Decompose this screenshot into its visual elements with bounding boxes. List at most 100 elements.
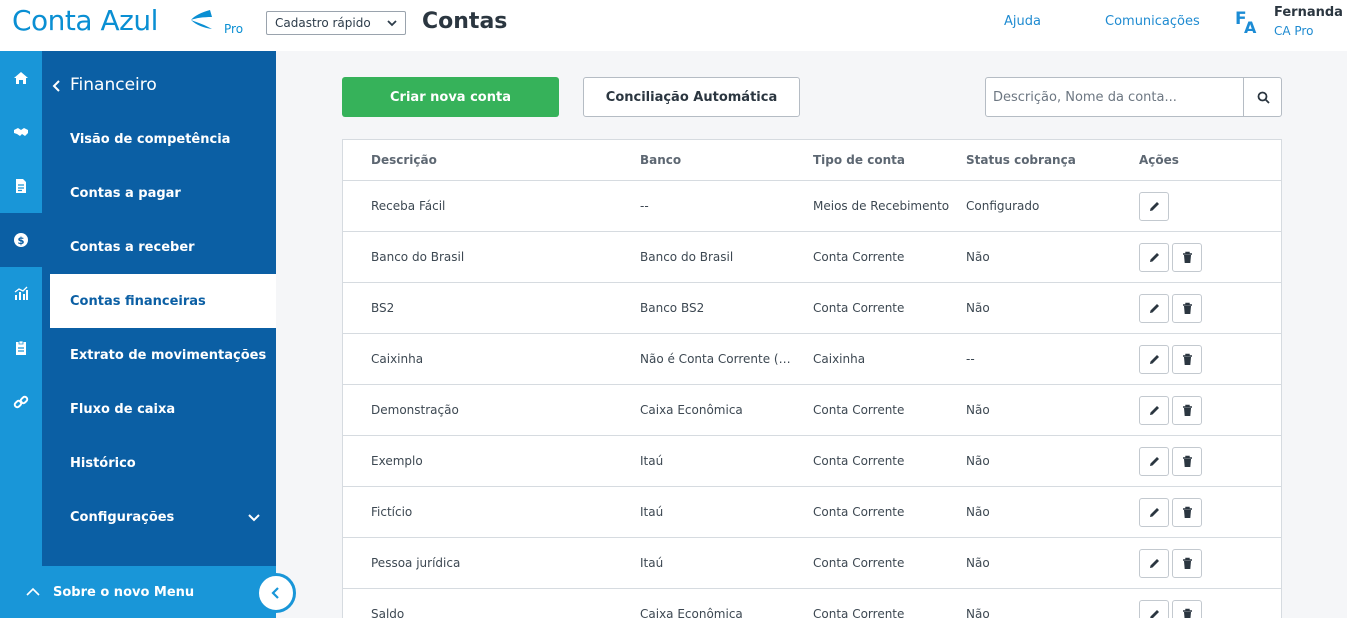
edit-button[interactable] xyxy=(1139,243,1169,272)
table-row[interactable]: Receba Fácil -- Meios de Recebimento Config… xyxy=(343,181,1281,232)
create-account-button[interactable]: Criar nova conta xyxy=(342,77,559,117)
sidebar-item-contas-receber[interactable]: Contas a receber xyxy=(50,220,276,274)
sidebar-footer[interactable]: Sobre o novo Menu xyxy=(0,566,276,618)
cell-bank: Não é Conta Corrente (E... xyxy=(640,352,795,366)
chart-icon xyxy=(14,286,28,300)
sidebar-item-label: Histórico xyxy=(70,455,136,471)
cell-status: Não xyxy=(966,403,990,417)
cell-type: Conta Corrente xyxy=(813,505,905,519)
sidebar-item-label: Visão de competência xyxy=(70,131,231,147)
sidebar-item-historico[interactable]: Histórico xyxy=(50,436,276,490)
sidebar: Financeiro Visão de competência Contas a… xyxy=(42,51,276,566)
sidebar-item-visao-competencia[interactable]: Visão de competência xyxy=(50,112,276,166)
column-header-status[interactable]: Status cobrança xyxy=(966,153,1076,167)
pencil-icon xyxy=(1149,202,1159,211)
avatar-initial-a: A xyxy=(1244,18,1257,37)
table-row[interactable]: Saldo Caixa Econômica Conta Corrente Não xyxy=(343,589,1281,618)
cell-status: Não xyxy=(966,250,990,264)
page-title: Contas xyxy=(422,9,508,34)
auto-reconcile-button[interactable]: Conciliação Automática xyxy=(583,77,800,117)
cell-bank: Itaú xyxy=(640,454,664,468)
home-icon xyxy=(14,72,28,84)
table-row[interactable]: Fictício Itaú Conta Corrente Não xyxy=(343,487,1281,538)
table-row[interactable]: BS2 Banco BS2 Conta Corrente Não xyxy=(343,283,1281,334)
edit-button[interactable] xyxy=(1139,447,1169,476)
search-input[interactable] xyxy=(986,78,1243,116)
delete-button[interactable] xyxy=(1172,447,1202,476)
edit-button[interactable] xyxy=(1139,396,1169,425)
user-avatar[interactable]: F A xyxy=(1235,9,1257,37)
delete-button[interactable] xyxy=(1172,396,1202,425)
column-header-bank[interactable]: Banco xyxy=(640,153,681,167)
cell-type: Caixinha xyxy=(813,352,866,366)
rail-links[interactable] xyxy=(0,375,42,429)
delete-button[interactable] xyxy=(1172,549,1202,578)
column-header-description[interactable]: Descrição xyxy=(371,153,437,167)
cell-status: Não xyxy=(966,505,990,519)
edit-button[interactable] xyxy=(1139,192,1169,221)
pencil-icon xyxy=(1149,406,1159,415)
table-header: Descrição Banco Tipo de conta Status cob… xyxy=(343,140,1281,181)
rail-finance[interactable]: $ xyxy=(0,213,42,267)
sidebar-item-label: Configurações xyxy=(70,509,175,525)
sidebar-item-label: Fluxo de caixa xyxy=(70,401,176,417)
pencil-icon xyxy=(1149,559,1159,568)
rail-clipboard[interactable] xyxy=(0,321,42,375)
collapse-sidebar-button[interactable] xyxy=(256,573,296,613)
cell-bank: Banco do Brasil xyxy=(640,250,734,264)
logo-text[interactable]: Conta Azul xyxy=(12,4,158,37)
edit-button[interactable] xyxy=(1139,498,1169,527)
user-name[interactable]: Fernanda xyxy=(1274,5,1343,20)
link-icon xyxy=(13,395,29,409)
chevron-left-icon[interactable] xyxy=(52,79,62,93)
table-row[interactable]: Caixinha Não é Conta Corrente (E... Caixin… xyxy=(343,334,1281,385)
rail-reports[interactable] xyxy=(0,267,42,321)
logo-mark-icon xyxy=(191,10,212,29)
search-button[interactable] xyxy=(1243,78,1282,116)
delete-button[interactable] xyxy=(1172,243,1202,272)
sidebar-item-extrato[interactable]: Extrato de movimentações xyxy=(50,328,276,382)
communications-link[interactable]: Comunicações xyxy=(1105,14,1200,29)
user-plan[interactable]: CA Pro xyxy=(1274,24,1313,38)
trash-icon xyxy=(1182,557,1192,569)
edit-button[interactable] xyxy=(1139,600,1169,618)
delete-button[interactable] xyxy=(1172,294,1202,323)
accounts-table: Descrição Banco Tipo de conta Status cob… xyxy=(342,139,1282,618)
sidebar-item-label: Extrato de movimentações xyxy=(70,347,267,363)
new-menu-link: Sobre o novo Menu xyxy=(53,585,195,600)
search-icon xyxy=(1257,91,1270,104)
icon-rail: $ xyxy=(0,51,42,618)
rail-document[interactable] xyxy=(0,159,42,213)
cell-description: Receba Fácil xyxy=(371,199,446,213)
trash-icon xyxy=(1182,251,1192,263)
cell-type: Conta Corrente xyxy=(813,607,905,618)
cell-status: Não xyxy=(966,556,990,570)
sidebar-item-fluxo-caixa[interactable]: Fluxo de caixa xyxy=(50,382,276,436)
delete-button[interactable] xyxy=(1172,600,1202,618)
sidebar-item-contas-pagar[interactable]: Contas a pagar xyxy=(50,166,276,220)
chevron-down-icon xyxy=(248,514,260,522)
table-row[interactable]: Exemplo Itaú Conta Corrente Não xyxy=(343,436,1281,487)
table-row[interactable]: Demonstração Caixa Econômica Conta Corrent… xyxy=(343,385,1281,436)
pencil-icon xyxy=(1149,610,1159,618)
sidebar-item-configuracoes[interactable]: Configurações xyxy=(50,490,276,544)
top-bar: Conta Azul Pro Cadastro rápido Contas Aj… xyxy=(0,0,1347,51)
quick-register-dropdown[interactable]: Cadastro rápido xyxy=(266,11,406,35)
rail-handshake[interactable] xyxy=(0,105,42,159)
sidebar-item-contas-financeiras[interactable]: Contas financeiras xyxy=(50,274,276,328)
edit-button[interactable] xyxy=(1139,345,1169,374)
trash-icon xyxy=(1182,506,1192,518)
search-box xyxy=(985,77,1282,117)
chevron-up-icon xyxy=(26,587,40,596)
table-row[interactable]: Pessoa jurídica Itaú Conta Corrente Não xyxy=(343,538,1281,589)
column-header-type[interactable]: Tipo de conta xyxy=(813,153,905,167)
sidebar-section-title[interactable]: Financeiro xyxy=(70,75,157,95)
edit-button[interactable] xyxy=(1139,294,1169,323)
table-row[interactable]: Banco do Brasil Banco do Brasil Conta Corr… xyxy=(343,232,1281,283)
rail-home[interactable] xyxy=(0,51,42,105)
delete-button[interactable] xyxy=(1172,345,1202,374)
edit-button[interactable] xyxy=(1139,549,1169,578)
pencil-icon xyxy=(1149,253,1159,262)
delete-button[interactable] xyxy=(1172,498,1202,527)
help-link[interactable]: Ajuda xyxy=(1004,14,1041,29)
